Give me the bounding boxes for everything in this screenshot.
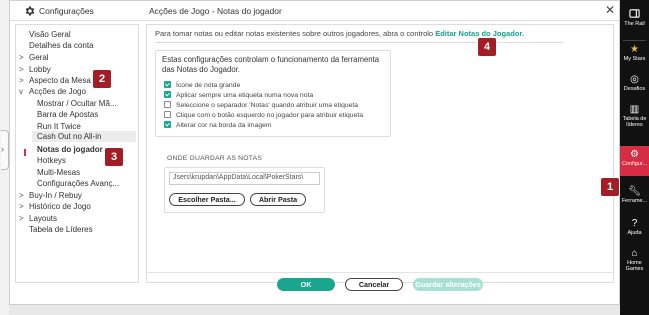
rail-tabela-lideres[interactable]: ▥ Tabela de líderes bbox=[620, 104, 649, 142]
selection-indicator bbox=[24, 149, 26, 156]
rail-ferramentas[interactable]: 🔧︎ Ferrame... bbox=[620, 186, 649, 214]
sidebar-item-accoes-jogo[interactable]: v Acções de Jogo bbox=[19, 87, 86, 96]
choose-folder-button[interactable]: Escolher Pasta... bbox=[169, 193, 245, 206]
chevron-right-icon: > bbox=[19, 65, 24, 74]
sidebar-item-buy-in[interactable]: > Buy-In / Rebuy bbox=[19, 191, 82, 200]
wrench-icon: 🔧︎ bbox=[628, 186, 641, 197]
rail-my-stars[interactable]: ★ My Stars bbox=[620, 44, 649, 70]
left-edge-panel: › bbox=[0, 0, 9, 315]
rail-ajuda[interactable]: ? Ajuda bbox=[620, 218, 649, 244]
chevron-right-icon: > bbox=[19, 191, 24, 200]
rail-icon bbox=[629, 9, 640, 18]
edit-notes-link[interactable]: Editar Notas do Jogador. bbox=[435, 29, 524, 38]
save-changes-button[interactable]: Guardar alterações bbox=[413, 278, 483, 291]
option-border-color[interactable]: Alterar cor na borda da imagem bbox=[164, 121, 272, 129]
help-icon: ? bbox=[631, 218, 638, 229]
close-icon[interactable]: ✕ bbox=[605, 3, 615, 17]
info-message: Para tomar notas ou editar notas existen… bbox=[155, 29, 434, 38]
sidebar-item-hotkeys[interactable]: Hotkeys bbox=[37, 156, 66, 165]
checkbox[interactable] bbox=[164, 91, 171, 98]
step-badge-2: 2 bbox=[93, 70, 111, 88]
footer-divider bbox=[147, 272, 613, 273]
home-icon: ⌂ bbox=[631, 248, 638, 259]
where-to-save-label: ONDE GUARDAR AS NOTAS bbox=[167, 155, 263, 162]
sidebar-item-aspecto-mesa[interactable]: > Aspecto da Mesa bbox=[19, 76, 91, 85]
sidebar-item-historico[interactable]: > Histórico de Jogo bbox=[19, 202, 91, 211]
sidebar-item-cash-out[interactable]: Cash Out no All-in bbox=[32, 131, 136, 142]
checkbox[interactable] bbox=[164, 111, 171, 118]
step-badge-1: 1 bbox=[601, 178, 619, 196]
sidebar-item-geral[interactable]: > Geral bbox=[19, 53, 49, 62]
settings-content: Para tomar notas ou editar notas existen… bbox=[146, 24, 614, 283]
sidebar-item-layouts[interactable]: > Layouts bbox=[19, 214, 57, 223]
rail-desafios[interactable]: ◎ Desafios bbox=[620, 74, 649, 104]
sidebar-item-run-it-twice[interactable]: Run It Twice bbox=[37, 122, 81, 131]
chevron-down-icon: v bbox=[19, 87, 23, 96]
right-rail: The Rail ★ My Stars ◎ Desafios ▥ Tabela … bbox=[620, 0, 649, 315]
sidebar-item-tabela-lideres[interactable]: Tabela de Líderes bbox=[29, 225, 93, 234]
chevron-right-icon: › bbox=[1, 144, 4, 154]
option-always-apply-label[interactable]: Aplicar sempre uma etiqueta numa nova no… bbox=[164, 91, 313, 99]
cancel-button[interactable]: Cancelar bbox=[345, 278, 403, 291]
gear-icon bbox=[25, 6, 35, 16]
sidebar-item-detalhes-conta[interactable]: Detalhes da conta bbox=[29, 41, 94, 50]
sidebar-item-barra-apostas[interactable]: Barra de Apostas bbox=[37, 110, 98, 119]
settings-dialog: Configurações Acções de Jogo - Notas do … bbox=[9, 0, 620, 305]
rail-the-rail[interactable]: The Rail bbox=[620, 6, 649, 36]
option-large-note-icon[interactable]: Ícone de nota grande bbox=[164, 81, 240, 89]
checkbox[interactable] bbox=[164, 101, 171, 108]
title-bar: Configurações Acções de Jogo - Notas do … bbox=[10, 1, 619, 21]
chevron-right-icon: > bbox=[19, 76, 24, 85]
divider bbox=[155, 42, 563, 43]
expand-panel-handle[interactable]: › bbox=[1, 130, 9, 170]
section-title: Acções de Jogo - Notas do jogador bbox=[149, 6, 282, 16]
ok-button[interactable]: OK bbox=[277, 278, 335, 291]
notes-settings-box: Estas configurações controlam o funciona… bbox=[155, 50, 391, 137]
sidebar-item-notas-jogador[interactable]: Notas do jogador bbox=[37, 145, 103, 154]
sidebar-item-config-avancadas[interactable]: Configurações Avanç... bbox=[37, 179, 119, 188]
chevron-right-icon: > bbox=[19, 202, 24, 211]
gear-icon: ⚙ bbox=[630, 149, 639, 160]
settings-heading: Estas configurações controlam o funciona… bbox=[162, 55, 380, 74]
rail-home-games[interactable]: ⌂ Home Games bbox=[620, 248, 649, 282]
chevron-right-icon: > bbox=[19, 214, 24, 223]
chevron-right-icon: > bbox=[19, 53, 24, 62]
rail-configuracoes[interactable]: ⚙ Configur... bbox=[620, 146, 649, 176]
notes-location-box: Jsers\krupdan\AppData\Local\PokerStars\ … bbox=[164, 167, 325, 213]
checkbox[interactable] bbox=[164, 81, 171, 88]
open-folder-button[interactable]: Abrir Pasta bbox=[250, 193, 306, 206]
step-badge-4: 4 bbox=[478, 38, 496, 56]
challenges-icon: ◎ bbox=[630, 74, 639, 85]
option-select-notes-tab[interactable]: Seleccione o separador 'Notas' quando at… bbox=[164, 101, 358, 109]
step-badge-3: 3 bbox=[105, 148, 123, 166]
star-icon: ★ bbox=[630, 44, 639, 55]
rail-separator bbox=[623, 40, 646, 41]
sidebar-item-multi-mesas[interactable]: Multi-Mesas bbox=[37, 168, 80, 177]
option-left-click-label[interactable]: Clique com o botão esquerdo no jogador p… bbox=[164, 111, 363, 119]
sidebar-item-mostrar-ocultar[interactable]: Mostrar / Ocultar Mã... bbox=[37, 99, 117, 108]
info-text: Para tomar notas ou editar notas existen… bbox=[155, 29, 524, 38]
notes-path-field[interactable]: Jsers\krupdan\AppData\Local\PokerStars\ bbox=[169, 172, 320, 185]
window-title: Configurações bbox=[39, 6, 94, 16]
sidebar-item-lobby[interactable]: > Lobby bbox=[19, 65, 51, 74]
checkbox[interactable] bbox=[164, 121, 171, 128]
sidebar-item-visao-geral[interactable]: Visão Geral bbox=[29, 30, 71, 39]
leaderboard-icon: ▥ bbox=[629, 104, 640, 115]
